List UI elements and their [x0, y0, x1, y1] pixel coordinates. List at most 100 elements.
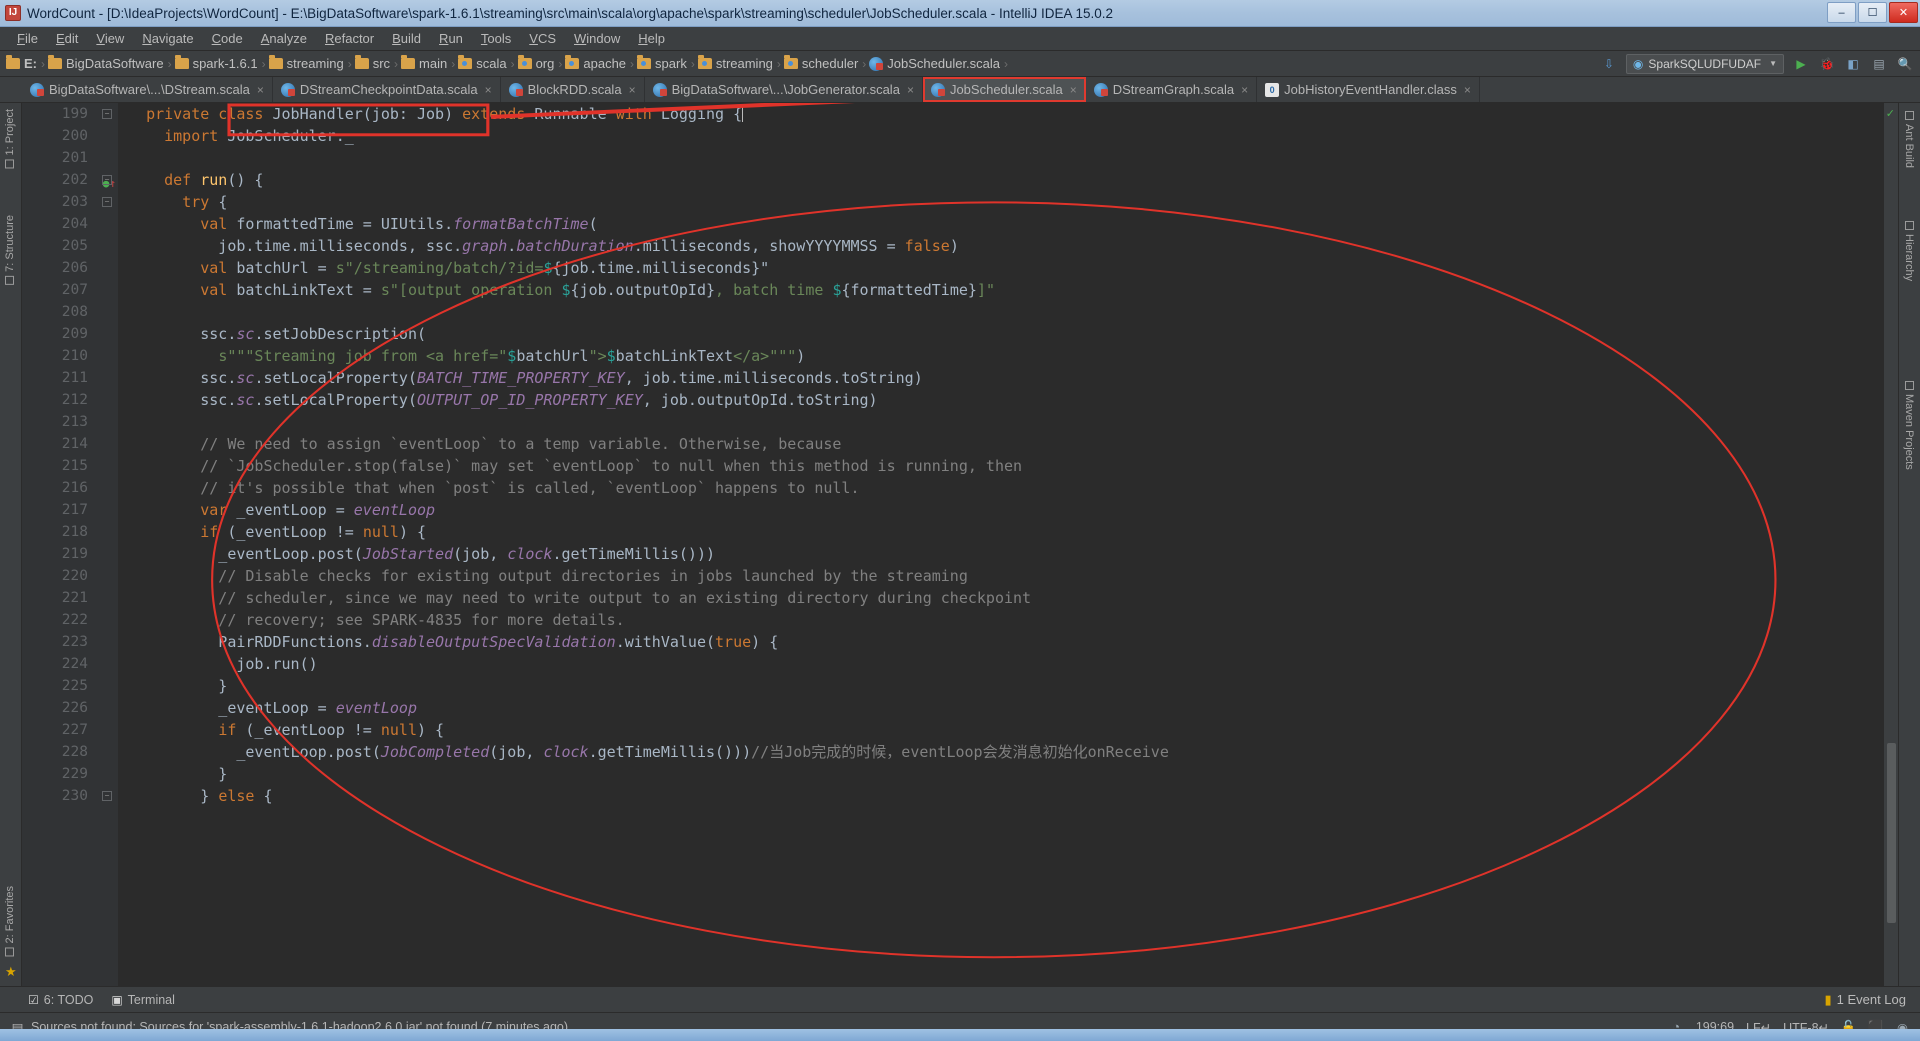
gutter-line-206[interactable]: 206 — [22, 257, 118, 279]
code-line-224[interactable]: job.run() — [118, 653, 1898, 675]
breadcrumb-item-src[interactable]: src — [354, 55, 390, 71]
debug-icon[interactable]: 🐞 — [1818, 55, 1836, 73]
editor-tab-dstreamcheckpointdata-scala[interactable]: DStreamCheckpointData.scala × — [272, 77, 501, 102]
gutter-line-216[interactable]: 216 — [22, 477, 118, 499]
editor-tab-jobhistoryeventhandler-class[interactable]: JobHistoryEventHandler.class × — [1257, 77, 1480, 102]
breadcrumb-item-spark-1-6-1[interactable]: spark-1.6.1 — [174, 55, 258, 71]
gutter-line-210[interactable]: 210 — [22, 345, 118, 367]
gutter-line-224[interactable]: 224 — [22, 653, 118, 675]
chevron-down-icon[interactable]: ▼ — [1761, 59, 1777, 68]
close-icon[interactable]: × — [629, 83, 636, 97]
code-line-217[interactable]: var _eventLoop = eventLoop — [118, 499, 1898, 521]
editor-tab-bigdatasoftware-----dstream-scala[interactable]: BigDataSoftware\...\DStream.scala × — [22, 77, 273, 102]
gutter-line-200[interactable]: 200 — [22, 125, 118, 147]
gutter-line-199[interactable]: 199 − — [22, 103, 118, 125]
sidebar-item-hierarchy[interactable]: Hierarchy — [1903, 221, 1915, 281]
breadcrumb-item-jobscheduler-scala[interactable]: JobScheduler.scala — [869, 56, 1000, 71]
menu-item-build[interactable]: Build — [383, 29, 430, 48]
menu-item-file[interactable]: File — [8, 29, 47, 48]
code-line-209[interactable]: ssc.sc.setJobDescription( — [118, 323, 1898, 345]
editor-gutter[interactable]: 199 − 200 201 202 ●↑ − 203 − 204 205 206 207 208 209 21… — [22, 103, 118, 986]
close-icon[interactable]: × — [485, 83, 492, 97]
gutter-line-230[interactable]: 230 − — [22, 785, 118, 807]
code-line-226[interactable]: _eventLoop = eventLoop — [118, 697, 1898, 719]
gutter-line-211[interactable]: 211 — [22, 367, 118, 389]
breadcrumb-item-streaming[interactable]: streaming — [268, 55, 344, 71]
breadcrumb-item-apache[interactable]: apache — [565, 55, 626, 71]
menu-item-window[interactable]: Window — [565, 29, 629, 48]
sidebar-item-ant-build[interactable]: Ant Build — [1903, 111, 1915, 168]
menu-item-help[interactable]: Help — [629, 29, 674, 48]
gutter-line-227[interactable]: 227 — [22, 719, 118, 741]
code-line-212[interactable]: ssc.sc.setLocalProperty(OUTPUT_OP_ID_PRO… — [118, 389, 1898, 411]
code-line-205[interactable]: job.time.milliseconds, ssc.graph.batchDu… — [118, 235, 1898, 257]
sidebar-item-structure[interactable]: 7: Structure — [4, 215, 16, 285]
editor-scrollbar[interactable]: ✓ — [1884, 103, 1898, 986]
code-line-220[interactable]: // Disable checks for existing output di… — [118, 565, 1898, 587]
run-configuration-selector[interactable]: ◉ SparkSQLUDFUDAF ▼ — [1625, 53, 1784, 74]
code-line-225[interactable]: } — [118, 675, 1898, 697]
code-line-203[interactable]: try { — [118, 191, 1898, 213]
code-line-215[interactable]: // `JobScheduler.stop(false)` may set `e… — [118, 455, 1898, 477]
gutter-line-214[interactable]: 214 — [22, 433, 118, 455]
gutter-line-208[interactable]: 208 — [22, 301, 118, 323]
gutter-line-228[interactable]: 228 — [22, 741, 118, 763]
gutter-line-215[interactable]: 215 — [22, 455, 118, 477]
menu-item-tools[interactable]: Tools — [472, 29, 520, 48]
fold-icon[interactable]: − — [102, 175, 112, 185]
close-icon[interactable]: × — [907, 83, 914, 97]
gutter-line-220[interactable]: 220 — [22, 565, 118, 587]
breadcrumb-item-spark[interactable]: spark — [637, 55, 687, 71]
breadcrumb-item-streaming[interactable]: streaming — [697, 55, 773, 71]
code-line-214[interactable]: // We need to assign `eventLoop` to a te… — [118, 433, 1898, 455]
close-button[interactable]: ✕ — [1889, 2, 1918, 23]
minimize-button[interactable]: – — [1827, 2, 1856, 23]
gutter-line-207[interactable]: 207 — [22, 279, 118, 301]
gutter-line-221[interactable]: 221 — [22, 587, 118, 609]
tool-button-todo[interactable]: ☑ 6: TODO — [28, 993, 93, 1007]
window-controls[interactable]: – ☐ ✕ — [1827, 2, 1918, 23]
run-icon[interactable]: ▶ — [1792, 55, 1810, 73]
breadcrumb-item-main[interactable]: main — [401, 55, 447, 71]
gutter-line-219[interactable]: 219 — [22, 543, 118, 565]
menu-item-run[interactable]: Run — [430, 29, 472, 48]
menu-item-refactor[interactable]: Refactor — [316, 29, 383, 48]
code-line-218[interactable]: if (_eventLoop != null) { — [118, 521, 1898, 543]
gutter-line-209[interactable]: 209 — [22, 323, 118, 345]
code-line-200[interactable]: import JobScheduler._ — [118, 125, 1898, 147]
close-icon[interactable]: × — [1070, 83, 1077, 97]
maximize-button[interactable]: ☐ — [1858, 2, 1887, 23]
menu-item-vcs[interactable]: VCS — [520, 29, 565, 48]
breadcrumb-item-org[interactable]: org — [517, 55, 554, 71]
code-line-221[interactable]: // scheduler, since we may need to write… — [118, 587, 1898, 609]
gutter-line-218[interactable]: 218 — [22, 521, 118, 543]
code-line-222[interactable]: // recovery; see SPARK-4835 for more det… — [118, 609, 1898, 631]
code-editor[interactable]: 199 − 200 201 202 ●↑ − 203 − 204 205 206 207 208 209 21… — [22, 103, 1898, 986]
menu-item-navigate[interactable]: Navigate — [133, 29, 202, 48]
search-icon[interactable]: 🔍 — [1896, 55, 1914, 73]
code-line-204[interactable]: val formattedTime = UIUtils.formatBatchT… — [118, 213, 1898, 235]
code-line-199[interactable]: private class JobHandler(job: Job) exten… — [118, 103, 1898, 125]
code-line-219[interactable]: _eventLoop.post(JobStarted(job, clock.ge… — [118, 543, 1898, 565]
fold-icon[interactable]: − — [102, 109, 112, 119]
coverage-icon[interactable]: ◧ — [1844, 55, 1862, 73]
sidebar-item-project[interactable]: 1: Project — [4, 109, 16, 169]
close-icon[interactable]: × — [257, 83, 264, 97]
menu-item-code[interactable]: Code — [203, 29, 252, 48]
gutter-line-204[interactable]: 204 — [22, 213, 118, 235]
code-line-202[interactable]: def run() { — [118, 169, 1898, 191]
gutter-line-229[interactable]: 229 — [22, 763, 118, 785]
code-line-210[interactable]: s"""Streaming job from <a href="$batchUr… — [118, 345, 1898, 367]
favorites-star-icon[interactable]: ★ — [5, 964, 17, 980]
gutter-line-205[interactable]: 205 — [22, 235, 118, 257]
code-line-228[interactable]: _eventLoop.post(JobCompleted(job, clock.… — [118, 741, 1898, 763]
code-line-208[interactable] — [118, 301, 1898, 323]
editor-tab-jobscheduler-scala[interactable]: JobScheduler.scala × — [922, 77, 1086, 102]
tool-button-terminal[interactable]: ▣ Terminal — [111, 993, 175, 1007]
gutter-line-201[interactable]: 201 — [22, 147, 118, 169]
gutter-line-202[interactable]: 202 ●↑ − — [22, 169, 118, 191]
fold-icon[interactable]: − — [102, 197, 112, 207]
menu-item-view[interactable]: View — [87, 29, 133, 48]
gutter-line-226[interactable]: 226 — [22, 697, 118, 719]
menu-item-analyze[interactable]: Analyze — [252, 29, 316, 48]
